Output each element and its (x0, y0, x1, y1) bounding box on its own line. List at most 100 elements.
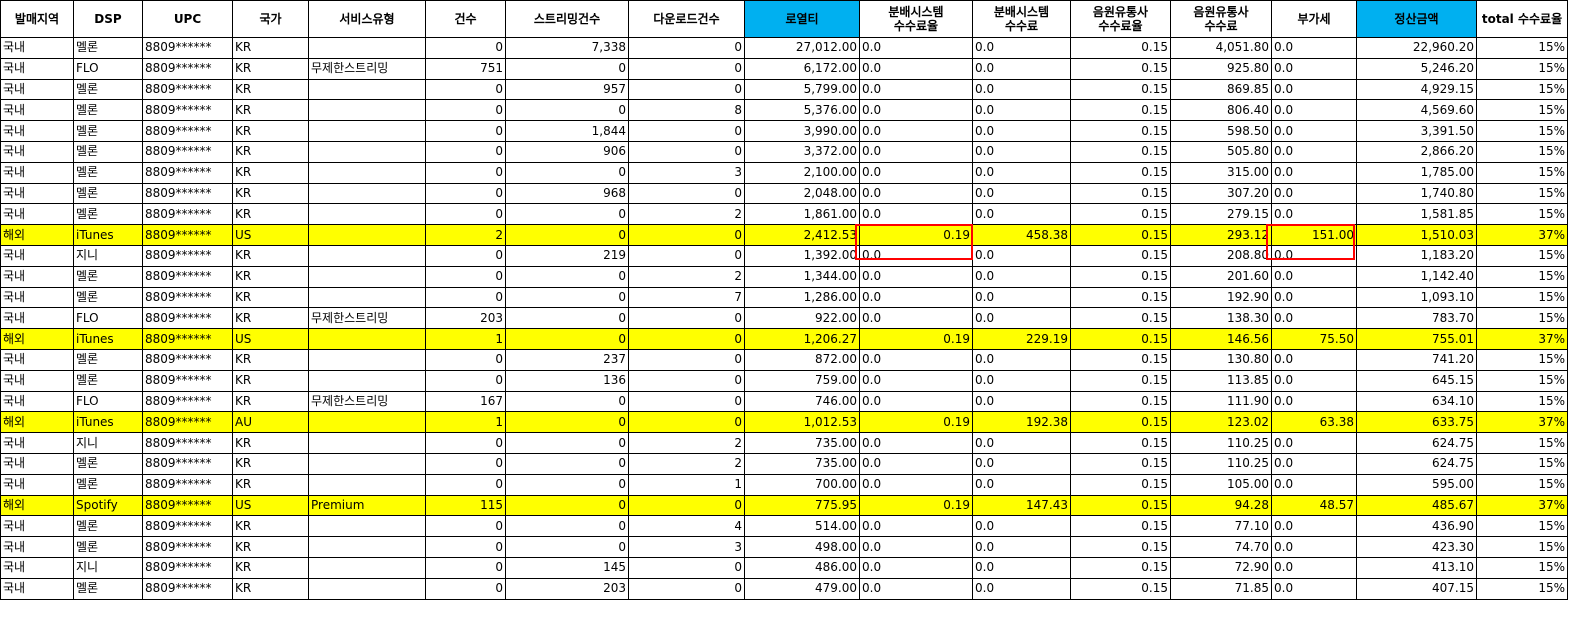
cell-country[interactable]: KR (232, 369, 309, 392)
cell-dist-fee[interactable]: 0.0 (972, 203, 1071, 226)
cell-distributor-fee-rate[interactable]: 0.15 (1070, 577, 1171, 600)
cell-count[interactable]: 203 (425, 307, 506, 330)
cell-dist-fee[interactable]: 0.0 (972, 432, 1071, 454)
cell-dist-fee[interactable]: 0.0 (972, 57, 1071, 80)
cell-total-fee-rate[interactable]: 15% (1476, 161, 1568, 184)
cell-count[interactable]: 0 (425, 577, 506, 600)
cell-count[interactable]: 0 (425, 348, 506, 371)
cell-dist-fee-rate[interactable]: 0.0 (859, 452, 973, 475)
cell-dsp[interactable]: iTunes (73, 411, 143, 434)
cell-dist-fee[interactable]: 0.0 (972, 556, 1071, 579)
cell-dsp[interactable]: 멜론 (73, 286, 143, 309)
cell-distributor-fee[interactable]: 110.25 (1170, 432, 1272, 454)
cell-download-count[interactable]: 7 (628, 286, 745, 309)
cell-dsp[interactable]: 멜론 (73, 203, 143, 226)
cell-dist-fee[interactable]: 0.0 (972, 390, 1071, 413)
cell-distributor-fee[interactable]: 74.70 (1170, 536, 1272, 558)
cell-count[interactable]: 0 (425, 78, 506, 101)
cell-dsp[interactable]: iTunes (73, 328, 143, 350)
cell-distributor-fee-rate[interactable]: 0.15 (1070, 494, 1171, 517)
cell-region[interactable]: 국내 (0, 78, 74, 101)
cell-service-type[interactable]: 무제한스트리밍 (308, 307, 426, 330)
cell-distributor-fee[interactable]: 293.12 (1170, 224, 1272, 246)
cell-vat[interactable]: 0.0 (1271, 452, 1357, 475)
cell-count[interactable]: 0 (425, 120, 506, 142)
cell-download-count[interactable]: 1 (628, 473, 745, 496)
cell-service-type[interactable] (308, 515, 426, 538)
cell-service-type[interactable] (308, 328, 426, 350)
cell-region[interactable]: 해외 (0, 328, 74, 350)
cell-region[interactable]: 해외 (0, 411, 74, 434)
cell-service-type[interactable] (308, 37, 426, 59)
cell-count[interactable]: 0 (425, 244, 506, 267)
cell-streaming-count[interactable]: 219 (505, 244, 629, 267)
cell-distributor-fee-rate[interactable]: 0.15 (1070, 307, 1171, 330)
cell-vat[interactable]: 0.0 (1271, 203, 1357, 226)
cell-upc[interactable]: 8809****** (142, 536, 233, 558)
cell-total-fee-rate[interactable]: 15% (1476, 37, 1568, 59)
cell-distributor-fee[interactable]: 201.60 (1170, 265, 1272, 288)
cell-region[interactable]: 국내 (0, 577, 74, 600)
cell-service-type[interactable] (308, 140, 426, 163)
cell-settlement-amount[interactable]: 1,785.00 (1356, 161, 1477, 184)
cell-country[interactable]: KR (232, 577, 309, 600)
cell-dist-fee-rate[interactable]: 0.0 (859, 286, 973, 309)
cell-country[interactable]: US (232, 494, 309, 517)
cell-dist-fee[interactable]: 0.0 (972, 265, 1071, 288)
cell-settlement-amount[interactable]: 1,183.20 (1356, 244, 1477, 267)
cell-total-fee-rate[interactable]: 15% (1476, 452, 1568, 475)
cell-dsp[interactable]: FLO (73, 57, 143, 80)
cell-country[interactable]: US (232, 328, 309, 350)
cell-distributor-fee[interactable]: 113.85 (1170, 369, 1272, 392)
cell-region[interactable]: 국내 (0, 432, 74, 454)
cell-total-fee-rate[interactable]: 15% (1476, 515, 1568, 538)
cell-streaming-count[interactable]: 0 (505, 99, 629, 122)
cell-dsp[interactable]: FLO (73, 390, 143, 413)
cell-download-count[interactable]: 0 (628, 348, 745, 371)
cell-dist-fee-rate[interactable]: 0.0 (859, 99, 973, 122)
cell-count[interactable]: 0 (425, 369, 506, 392)
cell-distributor-fee-rate[interactable]: 0.15 (1070, 182, 1171, 205)
cell-total-fee-rate[interactable]: 15% (1476, 286, 1568, 309)
cell-count[interactable]: 0 (425, 265, 506, 288)
cell-dist-fee[interactable]: 0.0 (972, 99, 1071, 122)
cell-royalty[interactable]: 514.00 (744, 515, 860, 538)
cell-region[interactable]: 국내 (0, 390, 74, 413)
cell-distributor-fee-rate[interactable]: 0.15 (1070, 515, 1171, 538)
cell-distributor-fee[interactable]: 105.00 (1170, 473, 1272, 496)
cell-upc[interactable]: 8809****** (142, 140, 233, 163)
cell-dsp[interactable]: 멜론 (73, 473, 143, 496)
cell-distributor-fee-rate[interactable]: 0.15 (1070, 411, 1171, 434)
cell-country[interactable]: US (232, 224, 309, 246)
cell-streaming-count[interactable]: 0 (505, 515, 629, 538)
cell-download-count[interactable]: 2 (628, 265, 745, 288)
cell-upc[interactable]: 8809****** (142, 224, 233, 246)
cell-service-type[interactable] (308, 78, 426, 101)
column-header-dist-fee-rate[interactable]: 분배시스템 수수료율 (859, 0, 973, 38)
cell-total-fee-rate[interactable]: 15% (1476, 265, 1568, 288)
cell-settlement-amount[interactable]: 4,929.15 (1356, 78, 1477, 101)
cell-upc[interactable]: 8809****** (142, 37, 233, 59)
cell-download-count[interactable]: 0 (628, 120, 745, 142)
cell-dsp[interactable]: 멜론 (73, 265, 143, 288)
cell-distributor-fee-rate[interactable]: 0.15 (1070, 390, 1171, 413)
cell-settlement-amount[interactable]: 413.10 (1356, 556, 1477, 579)
cell-settlement-amount[interactable]: 1,510.03 (1356, 224, 1477, 246)
cell-dist-fee[interactable]: 0.0 (972, 37, 1071, 59)
cell-distributor-fee[interactable]: 71.85 (1170, 577, 1272, 600)
cell-dsp[interactable]: 멜론 (73, 37, 143, 59)
cell-settlement-amount[interactable]: 3,391.50 (1356, 120, 1477, 142)
cell-vat[interactable]: 0.0 (1271, 120, 1357, 142)
cell-country[interactable]: KR (232, 244, 309, 267)
cell-distributor-fee-rate[interactable]: 0.15 (1070, 348, 1171, 371)
cell-download-count[interactable]: 0 (628, 244, 745, 267)
cell-distributor-fee[interactable]: 208.80 (1170, 244, 1272, 267)
cell-royalty[interactable]: 922.00 (744, 307, 860, 330)
cell-download-count[interactable]: 0 (628, 78, 745, 101)
cell-count[interactable]: 0 (425, 99, 506, 122)
cell-download-count[interactable]: 0 (628, 140, 745, 163)
cell-service-type[interactable] (308, 99, 426, 122)
cell-settlement-amount[interactable]: 645.15 (1356, 369, 1477, 392)
cell-dist-fee-rate[interactable]: 0.0 (859, 536, 973, 558)
cell-count[interactable]: 0 (425, 161, 506, 184)
